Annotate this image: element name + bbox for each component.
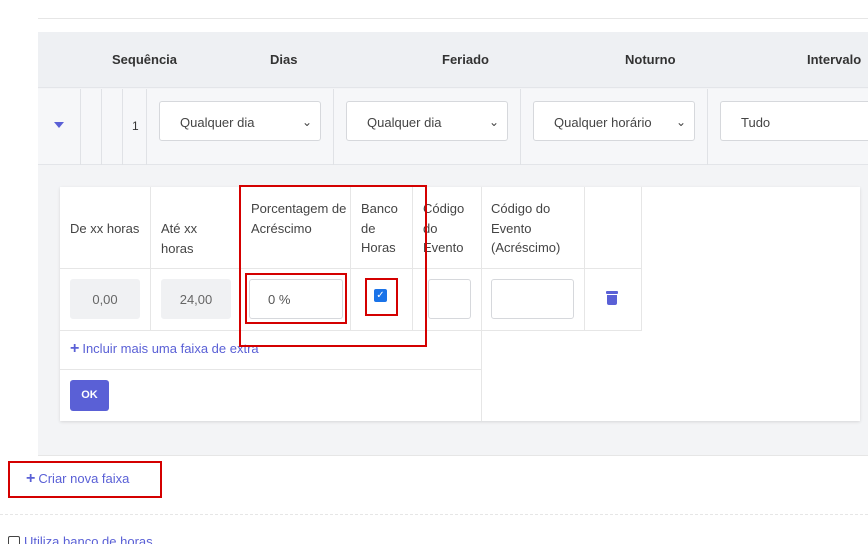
ok-button[interactable]: OK [70,380,109,411]
page: Sequência Dias Feriado Noturno Intervalo… [0,0,868,544]
divider [707,89,708,165]
dias-select-value: Qualquer dia [180,115,255,130]
codigo-evento-input[interactable] [428,279,471,319]
divider [520,89,521,165]
utiliza-banco-checkbox[interactable] [8,536,20,544]
header-de-horas: De xx horas [70,221,140,236]
rules-table: Sequência Dias Feriado Noturno Intervalo… [38,32,868,456]
divider [0,514,868,515]
header-feriado: Feriado [442,52,489,67]
header-dias: Dias [270,52,298,67]
header-ate-horas: Até xx horas [161,221,198,256]
utiliza-banco-label: Utiliza banco de horas [24,534,153,544]
divider [641,187,642,330]
header-sequencia: Sequência [112,52,178,67]
sequence-number: 1 [132,119,139,133]
divider [481,187,482,421]
feriado-select-value: Qualquer dia [367,115,442,130]
table-header: Sequência Dias Feriado Noturno Intervalo [38,32,868,88]
dias-select[interactable]: Qualquer dia ⌄ [159,101,321,141]
header-codigo-evento-acrescimo: Código do Evento (Acréscimo) [491,201,561,255]
faixa-table: De xx horas Até xx horas Porcentagem de … [60,187,860,421]
chevron-down-icon: ⌄ [675,115,686,129]
chevron-down-icon: ⌄ [488,115,499,129]
caret-down-icon[interactable] [54,122,64,128]
divider [101,89,102,165]
highlight-box [365,278,398,316]
divider [150,187,151,330]
noturno-select[interactable]: Qualquer horário ⌄ [533,101,695,141]
add-faixa-extra-link[interactable]: + Incluir mais uma faixa de extra [70,340,259,358]
divider [60,369,481,370]
divider [122,89,123,165]
de-horas-input[interactable]: 0,00 [70,279,140,319]
ate-horas-input[interactable]: 24,00 [161,279,231,319]
feriado-select[interactable]: Qualquer dia ⌄ [346,101,508,141]
divider [80,89,81,165]
intervalo-select[interactable]: Tudo [720,101,868,141]
divider [584,187,585,330]
codigo-evento-acrescimo-input[interactable] [491,279,574,319]
table-row: 1 Qualquer dia ⌄ Qualquer dia ⌄ Qualquer… [38,89,868,165]
header-codigo-evento: Código do Evento [423,201,465,255]
header-intervalo: Intervalo [807,52,862,67]
header-noturno: Noturno [625,52,676,67]
highlight-box [8,461,162,498]
plus-icon: + [70,340,80,357]
divider [38,18,868,19]
intervalo-select-value: Tudo [741,115,771,130]
divider [333,89,334,165]
chevron-down-icon: ⌄ [301,115,312,129]
trash-icon[interactable] [606,291,618,305]
highlight-box [245,273,347,324]
add-faixa-extra-label: Incluir mais uma faixa de extra [82,341,259,356]
divider [146,89,147,165]
noturno-select-value: Qualquer horário [554,115,652,130]
